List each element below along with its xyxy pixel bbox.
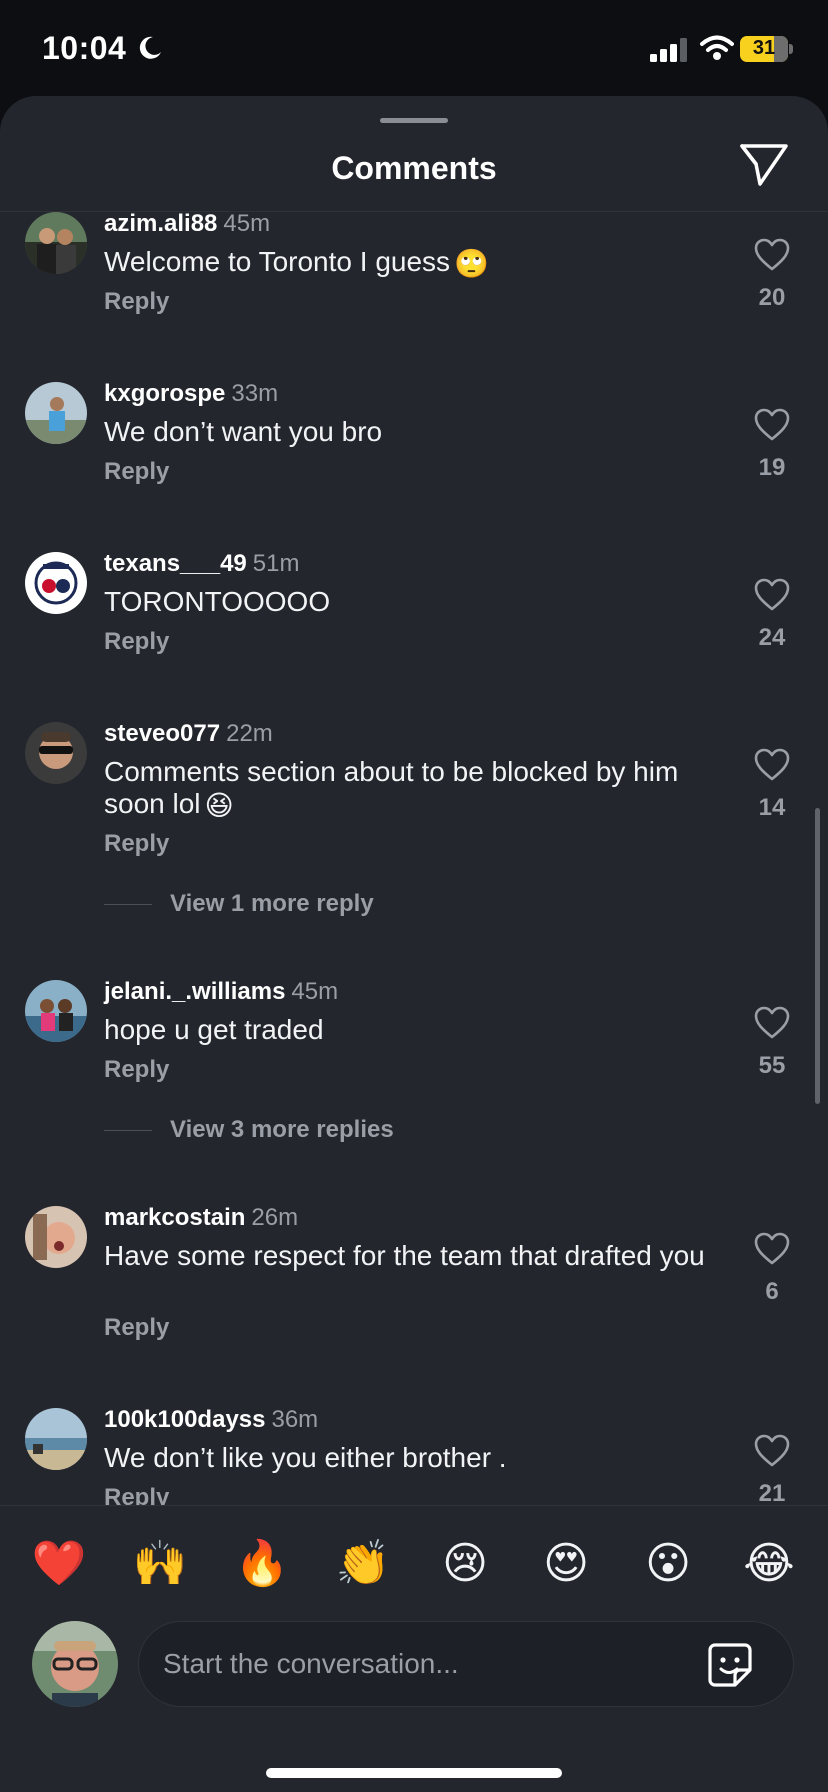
comment-composer: Start the conversation...	[0, 1615, 828, 1715]
reaction-laughing[interactable]: 😂	[741, 1536, 797, 1592]
reply-button[interactable]: Reply	[104, 288, 169, 316]
reaction-clapping[interactable]: 👏	[335, 1536, 391, 1592]
like-count: 19	[758, 454, 786, 481]
battery-level: 31	[752, 37, 776, 59]
status-time: 10:04	[42, 30, 127, 66]
comment-input[interactable]: Start the conversation...	[138, 1621, 794, 1707]
comment-username[interactable]: jelani._.williams	[104, 978, 285, 1005]
quick-reactions-bar: ❤️ 🙌 🔥 👏 😢 😍 😮 😂	[0, 1505, 828, 1615]
sheet-grabber[interactable]	[380, 118, 448, 123]
wifi-icon	[700, 35, 734, 60]
comment-text: Have some respect for the team that draf…	[104, 1240, 705, 1271]
reaction-fire[interactable]: 🔥	[234, 1536, 290, 1592]
reply-button[interactable]: Reply	[104, 1314, 169, 1342]
comment-text: TORONTOOOOO	[104, 586, 331, 617]
comment-username[interactable]: steveo077	[104, 720, 220, 747]
current-user-avatar[interactable]	[32, 1621, 118, 1707]
like-count: 55	[758, 1052, 786, 1079]
moon-icon	[139, 36, 161, 59]
view-more-label: View 3 more replies	[170, 1116, 394, 1143]
comment-time: 22m	[226, 720, 273, 747]
sticker-icon[interactable]	[707, 1642, 753, 1688]
eye-roll-emoji: 🙄	[454, 247, 489, 279]
like-count: 24	[758, 624, 786, 651]
like-count: 14	[758, 794, 786, 821]
comment-time: 33m	[231, 380, 279, 407]
reaction-raised-hands[interactable]: 🙌	[132, 1536, 188, 1592]
like-count: 6	[765, 1278, 779, 1305]
avatar[interactable]	[25, 552, 87, 614]
view-more-label: View 1 more reply	[170, 890, 374, 917]
like-count: 20	[758, 284, 786, 311]
comment-time: 45m	[223, 212, 271, 237]
avatar[interactable]	[25, 980, 87, 1042]
laughing-emoji: 😆	[204, 789, 234, 821]
home-indicator[interactable]	[266, 1768, 562, 1778]
reaction-heart[interactable]: ❤️	[31, 1536, 87, 1592]
comment-input-placeholder: Start the conversation...	[163, 1648, 459, 1679]
avatar[interactable]	[25, 1408, 87, 1470]
reaction-crying[interactable]: 😢	[437, 1536, 493, 1592]
avatar[interactable]	[25, 382, 87, 444]
comment-username[interactable]: kxgorospe	[104, 380, 225, 407]
cellular-signal-icon	[650, 38, 687, 62]
reply-button[interactable]: Reply	[104, 830, 169, 858]
reaction-surprised[interactable]: 😮	[640, 1536, 696, 1592]
reaction-heart-eyes[interactable]: 😍	[538, 1536, 594, 1592]
reply-button[interactable]: Reply	[104, 1056, 169, 1084]
comment-text: We don’t like you either brother .	[104, 1442, 507, 1473]
comments-list[interactable]: azim.ali88 45m Welcome to Toronto I guess…	[0, 212, 828, 1602]
view-more-line	[104, 904, 152, 905]
comment-time: 26m	[251, 1204, 299, 1231]
heart-icon[interactable]	[754, 238, 790, 272]
avatar[interactable]	[25, 212, 87, 274]
comment-username[interactable]: markcostain	[104, 1204, 245, 1231]
comment-username[interactable]: azim.ali88	[104, 212, 217, 237]
status-bar: 10:04 31	[0, 0, 828, 100]
heart-icon[interactable]	[754, 1006, 790, 1040]
battery-indicator: 31	[740, 36, 793, 62]
comment-time: 51m	[252, 550, 300, 577]
comment-text: hope u get traded	[104, 1014, 324, 1045]
send-icon[interactable]	[738, 142, 790, 188]
reply-button[interactable]: Reply	[104, 458, 169, 486]
heart-icon[interactable]	[754, 1434, 790, 1468]
avatar[interactable]	[25, 722, 87, 784]
like-count: 21	[758, 1480, 786, 1507]
avatar[interactable]	[25, 1206, 87, 1268]
sheet-title: Comments	[331, 150, 497, 186]
reply-button[interactable]: Reply	[104, 628, 169, 656]
comment-username[interactable]: 100k100dayss	[104, 1406, 265, 1433]
comment-text: We don’t want you bro	[104, 416, 383, 447]
view-more-line	[104, 1130, 152, 1131]
scrollbar[interactable]	[815, 808, 820, 1104]
heart-icon[interactable]	[754, 1232, 790, 1266]
comment-time: 36m	[271, 1406, 319, 1433]
comment-username[interactable]: texans___49	[104, 550, 247, 577]
heart-icon[interactable]	[754, 748, 790, 782]
heart-icon[interactable]	[754, 578, 790, 612]
comment-text: Comments section about to be blocked by …	[104, 756, 679, 821]
comment-time: 45m	[291, 978, 339, 1005]
comment-text: Welcome to Toronto I guess 🙄	[104, 246, 489, 279]
heart-icon[interactable]	[754, 408, 790, 442]
